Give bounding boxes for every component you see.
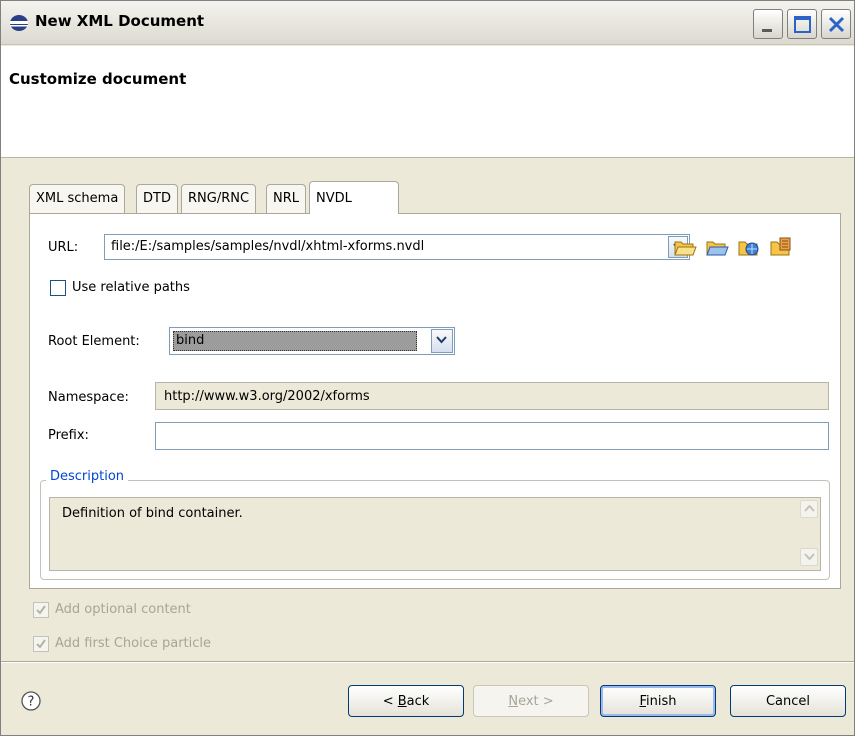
app-icon: [10, 15, 28, 31]
back-button-prefix: <: [382, 694, 398, 709]
namespace-value: http://www.w3.org/2002/xforms: [164, 389, 370, 404]
url-combo[interactable]: file:/E:/samples/samples/nvdl/xhtml-xfor…: [104, 234, 690, 260]
root-element-combo[interactable]: bind: [169, 327, 455, 355]
root-element-dropdown-button[interactable]: [431, 329, 453, 353]
browse-local-folder-icon[interactable]: [672, 234, 698, 260]
first-choice-checkbox[interactable]: [33, 636, 49, 652]
close-icon: [828, 16, 845, 33]
optional-content-label: Add optional content: [55, 602, 191, 617]
root-element-value: bind: [176, 333, 205, 348]
tab-xml-schema[interactable]: XML schema: [29, 184, 126, 213]
tab-rng-rnc[interactable]: RNG/RNC: [181, 184, 257, 213]
next-button[interactable]: Next >: [473, 685, 589, 717]
prefix-label: Prefix:: [48, 428, 89, 443]
scroll-up-button[interactable]: [800, 500, 818, 518]
button-bar-separator: [1, 661, 854, 663]
tab-dtd[interactable]: DTD: [136, 184, 178, 213]
back-button-label: ack: [406, 694, 430, 709]
wizard-header: Customize document: [1, 46, 854, 158]
new-xml-document-dialog: New XML Document Customize document XML …: [0, 0, 855, 736]
description-group: Definition of bind container.: [40, 480, 830, 580]
tab-nvdl[interactable]: NVDL: [309, 181, 399, 214]
browse-workspace-folder-icon[interactable]: [704, 234, 730, 260]
maximize-icon: [794, 16, 811, 33]
page-title: Customize document: [9, 70, 187, 88]
first-choice-label: Add first Choice particle: [55, 636, 212, 651]
url-value: file:/E:/samples/samples/nvdl/xhtml-xfor…: [111, 239, 425, 254]
relative-paths-label: Use relative paths: [72, 280, 190, 295]
checkmark-icon: [36, 605, 46, 615]
chevron-up-icon: [804, 505, 815, 512]
relative-paths-checkbox[interactable]: [50, 280, 66, 296]
svg-text:?: ?: [28, 695, 35, 710]
finish-button-label: inish: [646, 694, 677, 709]
scroll-down-button[interactable]: [800, 548, 818, 566]
description-text-area: Definition of bind container.: [49, 497, 821, 571]
description-legend: Description: [46, 469, 129, 484]
checkmark-icon: [36, 639, 46, 649]
root-element-label: Root Element:: [48, 334, 140, 349]
browse-archive-icon[interactable]: [768, 234, 794, 260]
root-element-selection: bind: [173, 331, 417, 351]
tab-nrl[interactable]: NRL: [266, 184, 306, 213]
url-label: URL:: [48, 240, 79, 255]
next-button-label: ext >: [518, 694, 554, 709]
description-scrollbar[interactable]: [800, 500, 818, 568]
browse-url-icon[interactable]: [736, 234, 762, 260]
optional-content-checkbox[interactable]: [33, 602, 49, 618]
minimize-icon: [762, 29, 772, 32]
back-button-mnemonic: B: [397, 694, 407, 709]
namespace-label: Namespace:: [48, 390, 129, 405]
cancel-button[interactable]: Cancel: [730, 685, 846, 717]
chevron-down-icon: [804, 553, 815, 561]
prefix-input[interactable]: [155, 422, 829, 450]
finish-button[interactable]: Finish: [600, 685, 716, 717]
close-button[interactable]: [821, 9, 851, 39]
help-icon[interactable]: ?: [20, 690, 42, 712]
minimize-button[interactable]: [753, 9, 783, 39]
back-button[interactable]: < Back: [348, 685, 464, 717]
window-title: New XML Document: [35, 12, 205, 30]
maximize-button[interactable]: [787, 9, 817, 39]
namespace-field: http://www.w3.org/2002/xforms: [155, 382, 829, 410]
tab-content: URL: file:/E:/samples/samples/nvdl/xhtml…: [29, 213, 841, 589]
title-bar[interactable]: New XML Document: [1, 1, 854, 45]
description-text: Definition of bind container.: [62, 506, 243, 521]
next-button-mnemonic: N: [508, 694, 519, 709]
chevron-down-icon: [436, 336, 447, 344]
